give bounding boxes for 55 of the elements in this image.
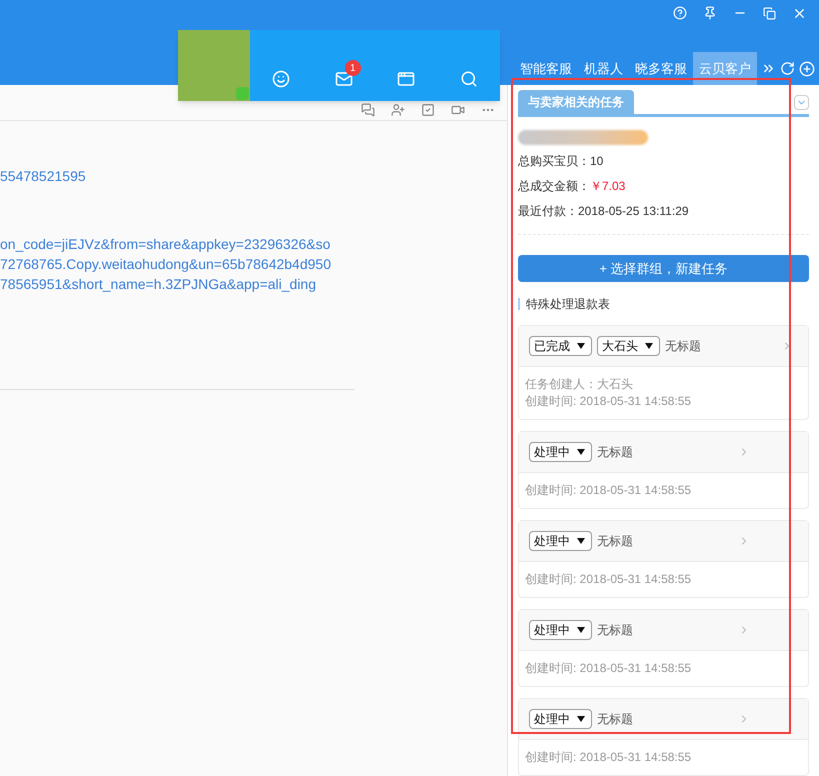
task-card[interactable]: 处理中 无标题 创建时间: 2018-05-31 14:58:55 (518, 698, 809, 776)
add-icon[interactable] (799, 60, 815, 76)
stat-value: 10 (590, 152, 604, 170)
task-card[interactable]: 处理中 无标题 创建时间: 2018-05-31 14:58:55 (518, 520, 809, 598)
task-card[interactable]: 处理中 无标题 创建时间: 2018-05-31 14:58:55 (518, 431, 809, 509)
task-card[interactable]: 已完成 大石头 无标题 任务创建人：大石头 创建时间: 2018-05-31 14:58:55 (518, 325, 809, 420)
restore-icon[interactable] (763, 6, 776, 20)
task-detail: 创建时间: 2018-05-31 14:58:55 (525, 749, 692, 766)
stat-label: 最近付款： (518, 202, 578, 220)
window-icon[interactable] (397, 70, 416, 88)
task-detail: 任务创建人：大石头 (525, 376, 634, 393)
task-title: 无标题 (597, 444, 633, 461)
search-icon[interactable] (460, 70, 478, 88)
collapse-button[interactable] (794, 95, 809, 110)
status-select[interactable]: 处理中 (529, 531, 592, 551)
add-person-icon[interactable] (391, 103, 405, 117)
task-title: 无标题 (597, 711, 633, 728)
caret-icon (577, 627, 585, 633)
stat-value: 2018-05-25 13:11:29 (578, 202, 689, 220)
help-icon[interactable] (673, 6, 687, 20)
chat-bubbles-icon[interactable] (361, 103, 375, 117)
caret-icon (645, 343, 653, 349)
task-card[interactable]: 处理中 无标题 创建时间: 2018-05-31 14:58:55 (518, 609, 809, 687)
refresh-icon[interactable] (780, 61, 795, 76)
video-icon[interactable] (451, 103, 465, 117)
status-select[interactable]: 已完成 (529, 336, 592, 356)
unread-badge: 1 (344, 60, 361, 76)
task-detail: 创建时间: 2018-05-31 14:58:55 (525, 571, 692, 588)
link-text[interactable]: 55478521595 (0, 166, 355, 186)
stat-label: 总购买宝贝： (518, 152, 590, 170)
caret-icon (577, 343, 585, 349)
mail-icon[interactable] (334, 70, 353, 88)
task-detail: 创建时间: 2018-05-31 14:58:55 (525, 482, 692, 499)
smiley-icon[interactable] (272, 70, 290, 88)
task-detail: 创建时间: 2018-05-31 14:58:55 (525, 393, 692, 410)
task-title: 无标题 (665, 338, 701, 355)
link-text[interactable]: on_code=jiEJVz&from=share&appkey=23296326&so (0, 234, 355, 254)
link-text[interactable]: 72768765.Copy.weitaohudong&un=65b78642b4d950 (0, 254, 355, 274)
status-select[interactable]: 大石头 (597, 336, 660, 356)
link-text[interactable]: 78565951&short_name=h.3ZPJNGa&app=ali_ding (0, 274, 355, 294)
section-title: 特殊处理退款表 (526, 296, 610, 313)
stat-value: ￥7.03 (590, 178, 626, 195)
new-task-button[interactable]: + 选择群组，新建任务 (518, 254, 809, 282)
caret-icon (577, 449, 585, 455)
caret-icon (577, 716, 585, 722)
pin-icon[interactable] (703, 6, 717, 20)
task-detail: 创建时间: 2018-05-31 14:58:55 (525, 660, 692, 677)
task-title: 无标题 (597, 533, 633, 550)
status-select[interactable]: 处理中 (529, 620, 592, 640)
status-select[interactable]: 处理中 (529, 709, 592, 729)
status-select[interactable]: 处理中 (529, 442, 592, 462)
caret-icon (577, 538, 585, 544)
task-title: 无标题 (597, 622, 633, 639)
checkbox-plus-icon[interactable] (421, 103, 435, 117)
stat-label: 总成交金额： (518, 178, 590, 195)
